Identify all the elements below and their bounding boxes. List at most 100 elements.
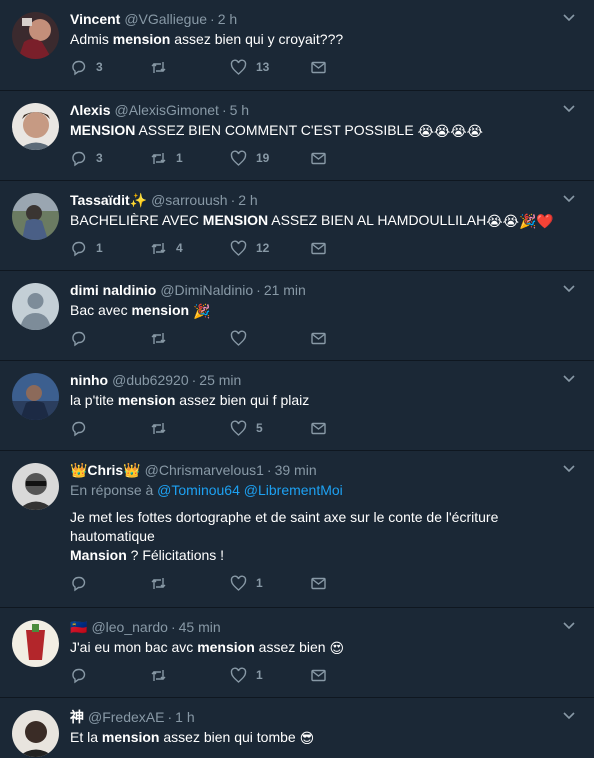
- timestamp[interactable]: 1 h: [175, 709, 194, 725]
- message-button[interactable]: [310, 667, 390, 684]
- tweet[interactable]: Tassaïdit✨ @sarrouush · 2 h BACHELIÈRE AVEC…: [0, 181, 594, 271]
- separator-dot: ·: [266, 462, 272, 478]
- avatar[interactable]: [12, 283, 59, 330]
- tweet[interactable]: Vincent @VGalliegue · 2 h Admis mension ass…: [0, 0, 594, 91]
- tweet-actions: 3 1 19: [70, 148, 582, 168]
- reply-count: 3: [96, 151, 103, 165]
- display-name[interactable]: 👑Chris👑: [70, 462, 141, 478]
- retweet-button[interactable]: [150, 59, 230, 76]
- tweet[interactable]: 神 @FredexAE · 1 h Et la mension assez bien …: [0, 698, 594, 758]
- highlight-keyword: mension: [112, 31, 171, 47]
- timestamp[interactable]: 2 h: [238, 192, 257, 208]
- user-handle[interactable]: @dub62920: [112, 372, 189, 388]
- chevron-down-icon[interactable]: [562, 371, 576, 385]
- chevron-down-icon[interactable]: [562, 461, 576, 475]
- reply-icon: [72, 668, 86, 683]
- timestamp[interactable]: 5 h: [230, 102, 249, 118]
- message-button[interactable]: [310, 59, 390, 76]
- chevron-down-icon[interactable]: [562, 281, 576, 295]
- retweet-button[interactable]: [150, 575, 230, 592]
- retweet-button[interactable]: [150, 667, 230, 684]
- timestamp[interactable]: 39 min: [275, 462, 317, 478]
- timestamp[interactable]: 45 min: [179, 619, 221, 635]
- tweet-actions: 1 4 12: [70, 238, 582, 258]
- default-avatar-icon: [12, 283, 59, 330]
- display-name[interactable]: Λlexis: [70, 102, 110, 118]
- avatar-image: [12, 463, 59, 510]
- avatar[interactable]: [12, 463, 59, 510]
- heart-icon: [230, 240, 247, 256]
- emoji: 😭😭🎉❤️: [486, 213, 554, 229]
- tweet[interactable]: dimi naldinio @DimiNaldinio · 21 min Bac av…: [0, 271, 594, 361]
- timestamp[interactable]: 21 min: [264, 282, 306, 298]
- user-handle[interactable]: @FredexAE: [88, 709, 164, 725]
- message-button[interactable]: [310, 240, 390, 257]
- display-name[interactable]: Vincent: [70, 11, 120, 27]
- retweet-button[interactable]: [150, 330, 230, 347]
- highlight-keyword: mension: [131, 302, 190, 318]
- retweet-button[interactable]: 4: [150, 240, 230, 257]
- display-name[interactable]: 神: [70, 709, 84, 725]
- tweet[interactable]: 🇱🇮 @leo_nardo · 45 min J'ai eu mon bac avc …: [0, 608, 594, 698]
- avatar[interactable]: [12, 193, 59, 240]
- tweet-actions: 3 13: [70, 57, 582, 77]
- reply-button[interactable]: [70, 575, 150, 592]
- retweet-button[interactable]: [150, 420, 230, 437]
- chevron-down-icon[interactable]: [562, 10, 576, 24]
- message-button[interactable]: [310, 330, 390, 347]
- chevron-down-icon[interactable]: [562, 708, 576, 722]
- display-name[interactable]: ninho: [70, 372, 108, 388]
- like-button[interactable]: 5: [230, 420, 310, 437]
- heart-icon: [230, 59, 247, 75]
- avatar[interactable]: [12, 103, 59, 150]
- mention-link[interactable]: @Tominou64: [157, 482, 240, 498]
- user-handle[interactable]: @Chrismarvelous1: [145, 462, 264, 478]
- heart-icon: [230, 150, 247, 166]
- reply-button[interactable]: 3: [70, 150, 150, 167]
- user-handle[interactable]: @DimiNaldinio: [160, 282, 253, 298]
- message-button[interactable]: [310, 150, 390, 167]
- tweet-actions: 1: [70, 665, 582, 685]
- tweet[interactable]: Λlexis @AlexisGimonet · 5 h MENSION ASSEZ B…: [0, 91, 594, 181]
- retweet-icon: [151, 669, 166, 681]
- message-button[interactable]: [310, 420, 390, 437]
- tweet-header: 神 @FredexAE · 1 h: [70, 708, 582, 726]
- like-button[interactable]: [230, 330, 310, 347]
- reply-button[interactable]: 3: [70, 59, 150, 76]
- like-button[interactable]: 1: [230, 667, 310, 684]
- message-button[interactable]: [310, 575, 390, 592]
- reply-button[interactable]: 1: [70, 240, 150, 257]
- retweet-icon: [151, 577, 166, 589]
- tweet[interactable]: 👑Chris👑 @Chrismarvelous1 · 39 min En répons…: [0, 451, 594, 608]
- envelope-icon: [311, 669, 326, 681]
- tweet-text: J'ai eu mon bac avc mension assez bien 😍: [70, 639, 345, 656]
- chevron-down-icon[interactable]: [562, 191, 576, 205]
- tweet[interactable]: ninho @dub62920 · 25 min la p'tite mension …: [0, 361, 594, 451]
- display-name[interactable]: dimi naldinio: [70, 282, 156, 298]
- user-handle[interactable]: @AlexisGimonet: [114, 102, 218, 118]
- reply-button[interactable]: [70, 667, 150, 684]
- envelope-icon: [311, 332, 326, 344]
- display-name[interactable]: Tassaïdit✨: [70, 192, 147, 208]
- timestamp[interactable]: 25 min: [199, 372, 241, 388]
- avatar[interactable]: [12, 710, 59, 757]
- mention-link[interactable]: @LibrementMoi: [244, 482, 343, 498]
- user-handle[interactable]: @leo_nardo: [91, 619, 168, 635]
- reply-button[interactable]: [70, 420, 150, 437]
- avatar[interactable]: [12, 373, 59, 420]
- like-button[interactable]: 19: [230, 150, 310, 167]
- retweet-button[interactable]: 1: [150, 150, 230, 167]
- user-handle[interactable]: @sarrouush: [151, 192, 227, 208]
- user-handle[interactable]: @VGalliegue: [124, 11, 207, 27]
- timestamp[interactable]: 2 h: [218, 11, 237, 27]
- avatar[interactable]: [12, 12, 59, 59]
- chevron-down-icon[interactable]: [562, 101, 576, 115]
- display-name[interactable]: 🇱🇮: [70, 619, 87, 635]
- tweet-text: Bac avec mension 🎉: [70, 302, 211, 319]
- like-button[interactable]: 13: [230, 59, 310, 76]
- chevron-down-icon[interactable]: [562, 618, 576, 632]
- like-button[interactable]: 1: [230, 575, 310, 592]
- reply-button[interactable]: [70, 330, 150, 347]
- like-button[interactable]: 12: [230, 240, 310, 257]
- avatar[interactable]: [12, 620, 59, 667]
